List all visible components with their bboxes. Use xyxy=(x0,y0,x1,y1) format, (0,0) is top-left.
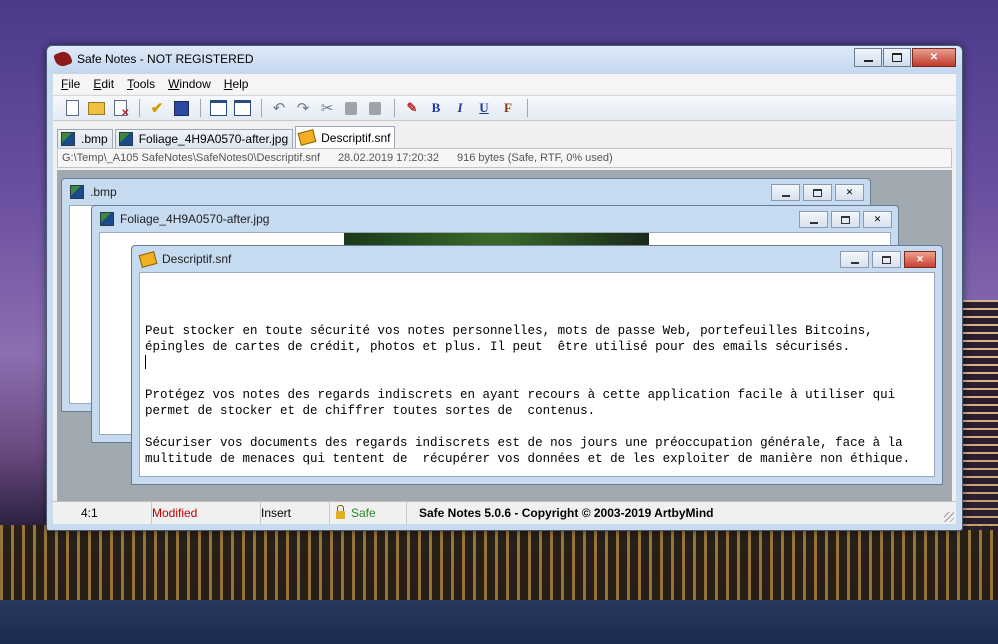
editor-text[interactable]: Peut stocker en toute sécurité vos notes… xyxy=(140,273,934,502)
child-controls: ✕ xyxy=(768,184,864,201)
menu-help[interactable]: Help xyxy=(218,74,256,94)
color-button[interactable]: ✎ xyxy=(401,98,423,118)
undo-icon: ↶ xyxy=(272,100,286,117)
toolbar-separator xyxy=(139,99,140,117)
window-title: Safe Notes - NOT REGISTERED xyxy=(77,52,254,66)
status-safe: Safe xyxy=(330,502,407,524)
copy-icon xyxy=(345,101,357,115)
child-maximize-button[interactable] xyxy=(803,184,832,201)
child-title: Descriptif.snf xyxy=(138,250,231,268)
scissors-icon: ✂ xyxy=(320,100,334,117)
image-file-icon xyxy=(61,132,75,146)
maximize-button[interactable] xyxy=(883,48,911,67)
status-insert-mode: Insert xyxy=(261,502,330,524)
tile-window-button[interactable] xyxy=(231,98,253,118)
child-maximize-button[interactable] xyxy=(872,251,901,268)
window-icon xyxy=(209,100,227,116)
menu-edit[interactable]: Edit xyxy=(87,74,121,94)
italic-button[interactable]: I xyxy=(449,98,471,118)
status-position: 4:1 xyxy=(53,502,152,524)
child-close-button[interactable]: ✕ xyxy=(863,211,892,228)
file-size-info: 916 bytes (Safe, RTF, 0% used) xyxy=(456,152,613,164)
menu-tools[interactable]: Tools xyxy=(121,74,162,94)
editor-paragraph: Sécuriser vos documents des regards indi… xyxy=(145,436,911,466)
copy-button[interactable] xyxy=(340,98,362,118)
toolbar-separator xyxy=(200,99,201,117)
app-client-area: File Edit Tools Window Help ✔ ↶ ↷ ✂ ✎ B xyxy=(53,74,956,524)
child-controls: ✕ xyxy=(837,251,936,268)
save-button[interactable] xyxy=(170,98,192,118)
editor-caret-line xyxy=(145,355,928,371)
menu-window[interactable]: Window xyxy=(162,74,218,94)
editor-paragraph: Protégez vos notes des regards indiscret… xyxy=(145,388,903,418)
mdi-workspace: .bmp ✕ Foliage_4H9A0570-after.jpg ✕ Desc… xyxy=(57,170,952,502)
desktop-wallpaper-tower xyxy=(962,300,998,530)
undo-button[interactable]: ↶ xyxy=(268,98,290,118)
new-window-button[interactable] xyxy=(207,98,229,118)
child-window-descriptif[interactable]: Descriptif.snf ✕ Peut stocker en toute s… xyxy=(131,245,943,485)
check-button[interactable]: ✔ xyxy=(146,98,168,118)
cut-button[interactable]: ✂ xyxy=(316,98,338,118)
redo-button[interactable]: ↷ xyxy=(292,98,314,118)
safe-notes-window: Safe Notes - NOT REGISTERED ✕ File Edit … xyxy=(46,45,963,531)
file-datetime: 28.02.2019 17:20:32 xyxy=(338,152,439,164)
close-document-icon xyxy=(113,100,130,119)
font-button[interactable]: F xyxy=(497,98,519,118)
child-close-button[interactable]: ✕ xyxy=(904,251,936,268)
status-bar: 4:1 Modified Insert Safe Safe Notes 5.0.… xyxy=(53,501,956,524)
open-folder-icon xyxy=(87,101,105,115)
toolbar-separator xyxy=(261,99,262,117)
toolbar: ✔ ↶ ↷ ✂ ✎ B I U F xyxy=(53,95,956,121)
note-file-icon xyxy=(297,129,317,146)
new-document-icon xyxy=(65,100,79,116)
toolbar-separator xyxy=(394,99,395,117)
note-editor[interactable]: Peut stocker en toute sécurité vos notes… xyxy=(139,272,935,477)
minimize-button[interactable] xyxy=(854,48,882,67)
child-close-button[interactable]: ✕ xyxy=(835,184,864,201)
save-disk-icon xyxy=(173,100,189,116)
note-file-icon xyxy=(138,250,158,268)
lock-icon xyxy=(336,505,345,519)
status-copyright: Safe Notes 5.0.6 - Copyright © 2003-2019… xyxy=(419,506,714,520)
new-document-button[interactable] xyxy=(61,98,83,118)
color-pencils-icon: ✎ xyxy=(406,100,418,115)
window-titlebar[interactable]: Safe Notes - NOT REGISTERED ✕ xyxy=(47,46,962,74)
open-button[interactable] xyxy=(85,98,107,118)
redo-icon: ↷ xyxy=(296,100,310,117)
image-file-icon xyxy=(100,212,114,226)
file-path: G:\Temp\_A105 SafeNotes\SafeNotes0\Descr… xyxy=(62,152,321,164)
child-title: Foliage_4H9A0570-after.jpg xyxy=(100,212,269,226)
image-file-icon xyxy=(70,185,84,199)
child-controls: ✕ xyxy=(796,211,892,228)
toolbar-separator xyxy=(527,99,528,117)
desktop-wallpaper-water xyxy=(0,600,998,644)
menu-file[interactable]: File xyxy=(55,74,87,94)
close-document-button[interactable] xyxy=(109,98,131,119)
menu-bar: File Edit Tools Window Help xyxy=(53,74,956,94)
bold-button[interactable]: B xyxy=(425,98,447,118)
window-tile-icon xyxy=(233,100,251,116)
tab-bmp[interactable]: .bmp xyxy=(57,129,113,148)
text-caret xyxy=(145,355,146,369)
image-file-icon xyxy=(118,132,133,146)
child-title: .bmp xyxy=(70,185,117,199)
close-button[interactable]: ✕ xyxy=(912,48,956,67)
underline-button[interactable]: U xyxy=(473,98,495,118)
editor-paragraph: Peut stocker en toute sécurité vos notes… xyxy=(145,324,881,354)
document-tabs: .bmp Foliage_4H9A0570-after.jpg Descript… xyxy=(57,126,397,148)
file-info-bar: G:\Temp\_A105 SafeNotes\SafeNotes0\Descr… xyxy=(57,148,952,168)
child-minimize-button[interactable] xyxy=(799,211,828,228)
paste-button[interactable] xyxy=(364,98,386,118)
resize-grip[interactable] xyxy=(944,512,954,522)
status-modified: Modified xyxy=(152,502,261,524)
tab-descriptif-snf[interactable]: Descriptif.snf xyxy=(295,126,396,148)
child-maximize-button[interactable] xyxy=(831,211,860,228)
paste-icon xyxy=(369,101,381,115)
window-controls: ✕ xyxy=(853,48,956,67)
child-minimize-button[interactable] xyxy=(840,251,869,268)
safe-notes-app-icon xyxy=(53,49,73,69)
tab-foliage-jpg[interactable]: Foliage_4H9A0570-after.jpg xyxy=(114,129,294,148)
checkmark-icon: ✔ xyxy=(150,100,164,117)
child-minimize-button[interactable] xyxy=(771,184,800,201)
